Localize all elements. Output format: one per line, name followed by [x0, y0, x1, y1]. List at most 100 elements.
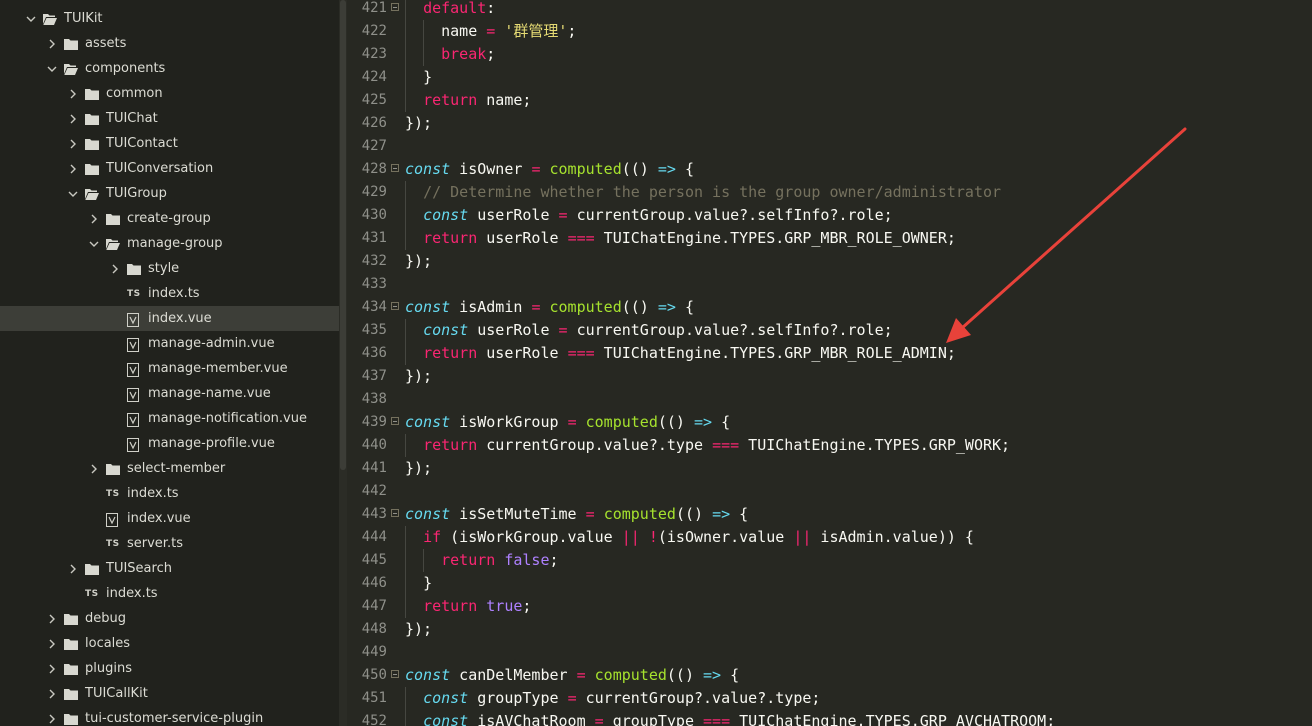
- tree-folder-tuigroup[interactable]: TUIGroup: [0, 181, 339, 206]
- tree-file-index-ts[interactable]: TS index.ts: [0, 581, 339, 606]
- fold-toggle-icon[interactable]: [391, 164, 399, 172]
- chevron-right-icon[interactable]: [89, 213, 99, 225]
- code-line[interactable]: 436 return userRole === TUIChatEngine.TY…: [347, 342, 1312, 365]
- chevron-right-icon[interactable]: [47, 663, 57, 675]
- code-line[interactable]: 423 break;: [347, 43, 1312, 66]
- tree-file-index-vue[interactable]: index.vue: [0, 506, 339, 531]
- code-line[interactable]: 421 default:: [347, 0, 1312, 20]
- code-line[interactable]: 431 return userRole === TUIChatEngine.TY…: [347, 227, 1312, 250]
- code-line[interactable]: 444 if (isWorkGroup.value || !(isOwner.v…: [347, 526, 1312, 549]
- chevron-right-icon[interactable]: [68, 88, 78, 100]
- chevron-right-icon[interactable]: [68, 163, 78, 175]
- code-line[interactable]: 445 return false;: [347, 549, 1312, 572]
- tree-folder-common[interactable]: common: [0, 81, 339, 106]
- token-kw: return: [423, 344, 478, 362]
- code-line[interactable]: 450 const canDelMember = computed(() => {: [347, 664, 1312, 687]
- tree-item-label: manage-name.vue: [148, 386, 271, 401]
- fold-toggle-icon[interactable]: [391, 417, 399, 425]
- tree-folder-assets[interactable]: assets: [0, 31, 339, 56]
- chevron-right-icon[interactable]: [89, 463, 99, 475]
- chevron-right-icon[interactable]: [68, 113, 78, 125]
- tree-folder-plugins[interactable]: plugins: [0, 656, 339, 681]
- tree-file-manage-name-vue[interactable]: manage-name.vue: [0, 381, 339, 406]
- code-line[interactable]: 422 name = '群管理';: [347, 20, 1312, 43]
- code-line[interactable]: 447 return true;: [347, 595, 1312, 618]
- token-op: =: [486, 22, 496, 40]
- token-plain: ;: [486, 45, 496, 63]
- code-line[interactable]: 435 const userRole = currentGroup.value?…: [347, 319, 1312, 342]
- code-line[interactable]: 438: [347, 388, 1312, 411]
- code-line[interactable]: 451 const groupType = currentGroup?.valu…: [347, 687, 1312, 710]
- chevron-right-icon[interactable]: [47, 713, 57, 725]
- tree-folder-style[interactable]: style: [0, 256, 339, 281]
- token-plain: }: [423, 68, 433, 86]
- token-op: ===: [567, 344, 595, 362]
- fold-toggle-icon[interactable]: [391, 3, 399, 11]
- code-line[interactable]: 426});: [347, 112, 1312, 135]
- chevron-right-icon[interactable]: [47, 638, 57, 650]
- code-line[interactable]: 442: [347, 480, 1312, 503]
- tree-file-index-vue[interactable]: index.vue: [0, 306, 339, 331]
- tree-folder-create-group[interactable]: create-group: [0, 206, 339, 231]
- tree-file-index-ts[interactable]: TS index.ts: [0, 281, 339, 306]
- fold-toggle-icon[interactable]: [391, 670, 399, 678]
- tree-file-manage-profile-vue[interactable]: manage-profile.vue: [0, 431, 339, 456]
- chevron-down-icon[interactable]: [26, 13, 36, 25]
- tree-folder-components[interactable]: components: [0, 56, 339, 81]
- code-line[interactable]: 439 const isWorkGroup = computed(() => {: [347, 411, 1312, 434]
- code-line[interactable]: 452 const isAVChatRoom = groupType === T…: [347, 710, 1312, 726]
- chevron-right-icon[interactable]: [47, 688, 57, 700]
- tree-folder-locales[interactable]: locales: [0, 631, 339, 656]
- token-plain: (isWorkGroup.value: [441, 528, 622, 546]
- chevron-down-icon[interactable]: [68, 188, 78, 200]
- tree-folder-tuichat[interactable]: TUIChat: [0, 106, 339, 131]
- token-plain: ((): [666, 666, 704, 684]
- fold-toggle-icon[interactable]: [391, 509, 399, 517]
- code-line[interactable]: 428 const isOwner = computed(() => {: [347, 158, 1312, 181]
- token-plain: isAdmin.value)) {: [811, 528, 974, 546]
- tree-folder-select-member[interactable]: select-member: [0, 456, 339, 481]
- code-line[interactable]: 434 const isAdmin = computed(() => {: [347, 296, 1312, 319]
- code-line[interactable]: 427: [347, 135, 1312, 158]
- sidebar-scroll-thumb[interactable]: [340, 0, 346, 470]
- sidebar-scrollbar[interactable]: [339, 0, 347, 726]
- tree-file-manage-member-vue[interactable]: manage-member.vue: [0, 356, 339, 381]
- code-line[interactable]: 449: [347, 641, 1312, 664]
- tree-file-manage-admin-vue[interactable]: manage-admin.vue: [0, 331, 339, 356]
- code-line[interactable]: 448});: [347, 618, 1312, 641]
- chevron-right-icon[interactable]: [68, 138, 78, 150]
- tree-file-index-ts[interactable]: TS index.ts: [0, 481, 339, 506]
- code-editor[interactable]: 421 default: 422 name = '群管理'; 423 break; 4…: [347, 0, 1312, 726]
- chevron-right-icon[interactable]: [47, 38, 57, 50]
- tree-folder-debug[interactable]: debug: [0, 606, 339, 631]
- tree-item-label: tui-customer-service-plugin: [85, 711, 264, 726]
- tree-folder-tuicallkit[interactable]: TUICallKit: [0, 681, 339, 706]
- code-line[interactable]: 424 }: [347, 66, 1312, 89]
- vue-file-icon: [106, 512, 120, 527]
- code-line[interactable]: 432});: [347, 250, 1312, 273]
- code-line[interactable]: 437});: [347, 365, 1312, 388]
- tree-folder-tui-customer-service-plugin[interactable]: tui-customer-service-plugin: [0, 706, 339, 726]
- tree-folder-tuikit[interactable]: TUIKit: [0, 6, 339, 31]
- tree-folder-tuiconversation[interactable]: TUIConversation: [0, 156, 339, 181]
- code-line[interactable]: 441});: [347, 457, 1312, 480]
- code-line[interactable]: 443 const isSetMuteTime = computed(() => …: [347, 503, 1312, 526]
- code-line[interactable]: 446 }: [347, 572, 1312, 595]
- tree-file-manage-notification-vue[interactable]: manage-notification.vue: [0, 406, 339, 431]
- code-line[interactable]: 429 // Determine whether the person is t…: [347, 181, 1312, 204]
- tree-folder-tuicontact[interactable]: TUIContact: [0, 131, 339, 156]
- code-line[interactable]: 425 return name;: [347, 89, 1312, 112]
- code-text: return false;: [405, 549, 558, 572]
- tree-folder-manage-group[interactable]: manage-group: [0, 231, 339, 256]
- fold-toggle-icon[interactable]: [391, 302, 399, 310]
- chevron-down-icon[interactable]: [89, 238, 99, 250]
- chevron-right-icon[interactable]: [47, 613, 57, 625]
- code-line[interactable]: 440 return currentGroup.value?.type === …: [347, 434, 1312, 457]
- code-line[interactable]: 433: [347, 273, 1312, 296]
- tree-folder-tuisearch[interactable]: TUISearch: [0, 556, 339, 581]
- chevron-down-icon[interactable]: [47, 63, 57, 75]
- chevron-right-icon[interactable]: [68, 563, 78, 575]
- tree-file-server-ts[interactable]: TS server.ts: [0, 531, 339, 556]
- code-line[interactable]: 430 const userRole = currentGroup.value?…: [347, 204, 1312, 227]
- chevron-right-icon[interactable]: [110, 263, 120, 275]
